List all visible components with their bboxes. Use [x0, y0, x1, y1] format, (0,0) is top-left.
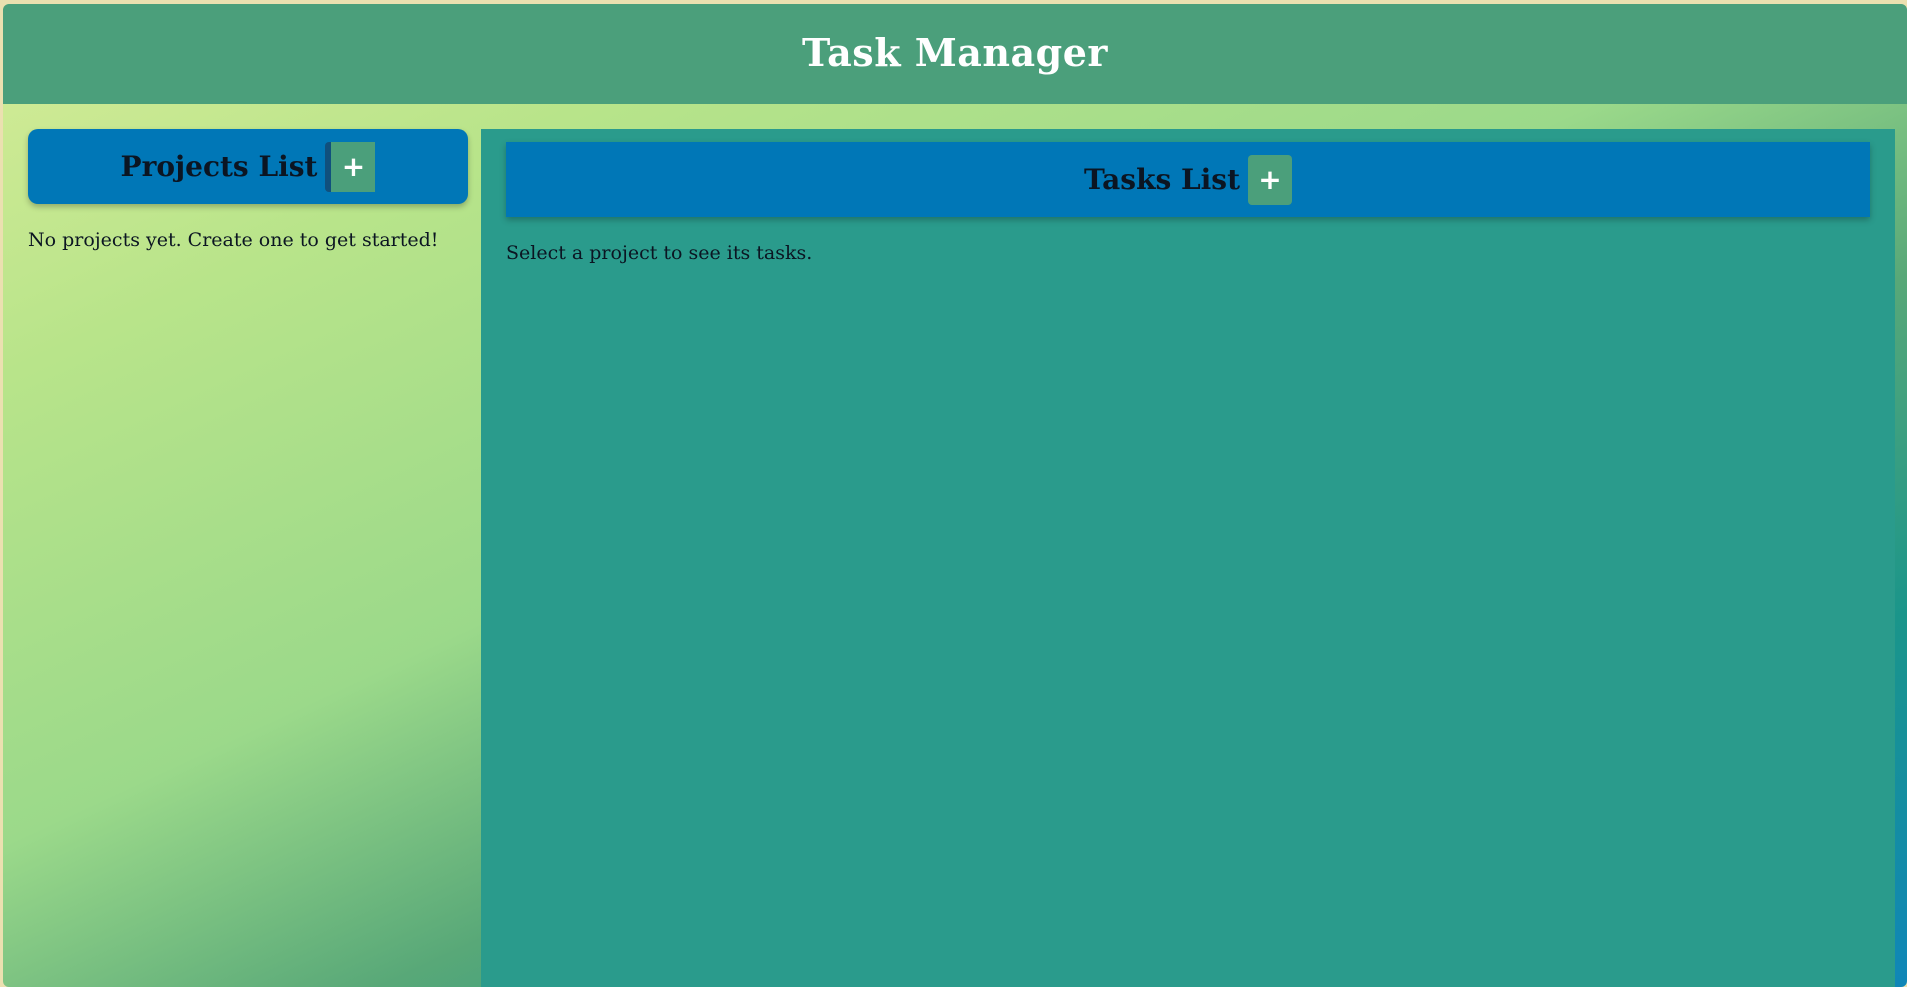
- projects-header: Projects List +: [28, 129, 468, 204]
- plus-icon: +: [341, 150, 366, 183]
- tasks-panel: Tasks List + Select a project to see its…: [481, 129, 1895, 987]
- add-task-button[interactable]: +: [1248, 154, 1292, 205]
- projects-empty-message: No projects yet. Create one to get start…: [28, 229, 439, 251]
- app-title: Task Manager: [802, 29, 1108, 75]
- projects-title: Projects List: [120, 150, 318, 183]
- add-project-button[interactable]: +: [331, 141, 376, 192]
- app-window: Task Manager Projects List + No projects…: [3, 4, 1907, 987]
- add-project-button-wrap: +: [325, 141, 376, 192]
- plus-icon: +: [1258, 163, 1282, 196]
- tasks-header: Tasks List +: [506, 142, 1870, 217]
- tasks-empty-message: Select a project to see its tasks.: [506, 242, 813, 264]
- app-header: Task Manager: [3, 4, 1907, 104]
- tasks-title: Tasks List: [1084, 163, 1240, 196]
